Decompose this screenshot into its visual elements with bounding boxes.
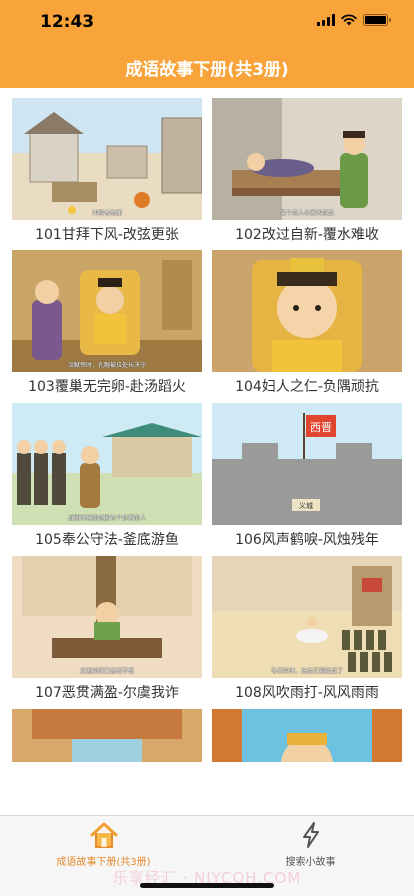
home-indicator — [140, 883, 274, 888]
story-thumbnail[interactable]: 战国时候的赵国有个赵奢的人 — [12, 403, 202, 525]
palace-figure-scene-image — [212, 709, 402, 762]
story-title[interactable]: 102改过自新-覆水难收 — [212, 220, 402, 250]
story-caption: 某个富人小家伙赶走 — [279, 210, 334, 217]
emperor-closeup-image — [212, 250, 402, 372]
app-header: 12:43 成语故事下册(共3册) — [0, 0, 414, 88]
battery-icon — [363, 14, 391, 26]
story-title[interactable]: 107恶贯满盈-尔虞我诈 — [12, 678, 202, 708]
story-caption: 汉献帝时，孔融被拉处长决守 — [67, 362, 146, 369]
story-thumbnail[interactable]: 某个富人小家伙赶走 — [212, 98, 402, 220]
story-card[interactable] — [12, 709, 202, 762]
tab-search-stories[interactable]: 搜索小故事 — [207, 820, 414, 868]
story-card[interactable] — [212, 709, 402, 762]
story-thumbnail[interactable]: 冬风吹时，先给正规接战了 — [212, 556, 402, 678]
status-bar: 12:43 — [0, 0, 414, 44]
story-card[interactable]: 战国时候的赵国有个赵奢的人 105奉公守法-釜底游鱼 — [12, 403, 202, 555]
tab-search-stories-label: 搜索小故事 — [285, 857, 336, 868]
throne-room-scene-image — [12, 250, 202, 372]
story-card[interactable]: 汉献帝时，孔融被拉处长决守 103覆巢无完卵-赴汤蹈火 — [12, 250, 202, 402]
story-title[interactable]: 105奉公守法-釜底游鱼 — [12, 525, 202, 555]
status-time: 12:43 — [40, 12, 95, 32]
cellular-signal-icon — [317, 14, 335, 26]
story-title[interactable]: 108风吹雨打-风风雨雨 — [212, 678, 402, 708]
story-title[interactable]: 101甘拜下风-改弦更张 — [12, 220, 202, 250]
tab-story-books[interactable]: 成语故事下册(共3册) — [0, 820, 207, 868]
tab-story-books-label: 成语故事下册(共3册) — [56, 857, 151, 868]
story-caption: 冲智者动面 — [91, 210, 122, 217]
story-title[interactable]: 106风声鹤唳-风烛残年 — [212, 525, 402, 555]
story-caption: 冬风吹时，先给正规接战了 — [270, 668, 343, 675]
story-card[interactable]: 西晋 义城 106风声鹤唳-风烛残年 — [212, 403, 402, 555]
village-scene-image — [12, 98, 202, 220]
story-thumbnail[interactable]: 汉献帝时，孔融被拉处长决守 — [12, 250, 202, 372]
story-caption: 龙池知府日思夜不眠 — [79, 668, 134, 675]
city-wall-flag-image: 西晋 义城 — [212, 403, 402, 525]
story-card[interactable]: 某个富人小家伙赶走 102改过自新-覆水难收 — [212, 98, 402, 250]
story-card[interactable]: 冬风吹时，先给正规接战了 108风吹雨打-风风雨雨 — [212, 556, 402, 708]
story-card[interactable]: 冲智者动面 101甘拜下风-改弦更张 — [12, 98, 202, 250]
story-thumbnail[interactable] — [212, 709, 402, 762]
story-thumbnail[interactable]: 西晋 义城 — [212, 403, 402, 525]
story-title[interactable]: 103覆巢无完卵-赴汤蹈火 — [12, 372, 202, 402]
page-title: 成语故事下册(共3册) — [125, 60, 289, 80]
story-title[interactable]: 104妇人之仁-负隅顽抗 — [212, 372, 402, 402]
home-icon — [90, 822, 117, 848]
story-thumbnail[interactable]: 冲智者动面 — [12, 98, 202, 220]
gate-sign-text: 义城 — [299, 502, 313, 510]
lightning-icon — [302, 822, 319, 848]
official-desk-scene-image — [12, 556, 202, 678]
story-thumbnail[interactable]: 龙池知府日思夜不眠 — [12, 556, 202, 678]
soldiers-palace-scene-image — [12, 403, 202, 525]
tab-bar: 成语故事下册(共3册) 搜索小故事 乐享经汇 · NIYCOH.COM — [0, 815, 414, 896]
wifi-icon — [341, 14, 357, 26]
status-icons — [317, 14, 391, 26]
bedroom-scene-image — [212, 98, 402, 220]
story-thumbnail[interactable] — [12, 709, 202, 762]
story-caption: 战国时候的赵国有个赵奢的人 — [67, 515, 146, 522]
courtyard-scene-image — [12, 709, 202, 762]
story-grid[interactable]: 冲智者动面 101甘拜下风-改弦更张 某个富人小家伙赶走 102改过自新-覆水难… — [0, 98, 414, 762]
flag-text: 西晋 — [310, 421, 332, 434]
battlefield-scene-image — [212, 556, 402, 678]
story-thumbnail[interactable] — [212, 250, 402, 372]
story-card[interactable]: 104妇人之仁-负隅顽抗 — [212, 250, 402, 402]
story-card[interactable]: 龙池知府日思夜不眠 107恶贯满盈-尔虞我诈 — [12, 556, 202, 708]
